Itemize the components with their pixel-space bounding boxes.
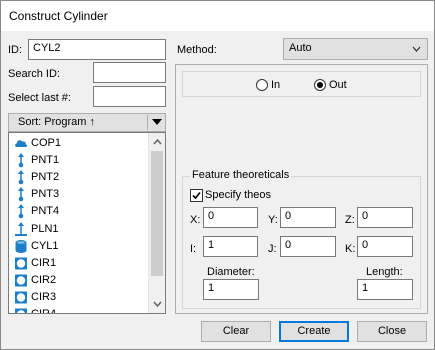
- feature-list[interactable]: COP1 PNT1 PNT2 PNT3 PNT4 PLN1 CYL1 CIR1 CIR2 CIR3…: [8, 132, 166, 314]
- feature-list-item[interactable]: PLN1: [9, 221, 149, 238]
- z-input[interactable]: 0: [357, 207, 413, 228]
- radio-out[interactable]: [314, 79, 326, 91]
- select-last-label: Select last #:: [8, 92, 71, 104]
- feature-name: PNT3: [31, 188, 60, 201]
- feature-name: CIR1: [31, 256, 57, 269]
- point-icon: [14, 153, 28, 168]
- point-icon: [14, 204, 28, 219]
- y-input[interactable]: 0: [280, 207, 336, 228]
- point-icon: [14, 170, 28, 185]
- feature-name: CYL1: [31, 239, 59, 252]
- cloud-icon: [14, 136, 28, 151]
- search-id-input[interactable]: [93, 62, 166, 83]
- plane-icon: [14, 221, 28, 237]
- feature-list-item[interactable]: PNT3: [9, 186, 149, 203]
- feature-list-item[interactable]: CIR3: [9, 289, 149, 306]
- close-button[interactable]: Close: [357, 321, 427, 342]
- clear-button[interactable]: Clear: [201, 321, 271, 342]
- method-value: Auto: [289, 42, 312, 54]
- method-select[interactable]: Auto: [283, 38, 428, 60]
- point-icon: [14, 187, 28, 202]
- radio-in[interactable]: [256, 79, 268, 91]
- options-panel: In Out Feature theoreticals Specify theo…: [175, 64, 428, 314]
- search-id-label: Search ID:: [8, 68, 60, 80]
- construct-cylinder-dialog: Construct Cylinder ID: CYL2 Search ID: S…: [0, 0, 435, 350]
- i-input[interactable]: 1: [203, 236, 258, 257]
- length-input[interactable]: 1: [357, 279, 413, 300]
- diameter-label: Diameter:: [207, 266, 255, 278]
- x-label: X:: [190, 214, 201, 226]
- radio-in-label: In: [271, 79, 281, 91]
- feature-name: PNT1: [31, 154, 60, 167]
- specify-theos-label: Specify theos: [205, 189, 272, 201]
- specify-theos-checkbox[interactable]: [190, 189, 203, 202]
- feature-list-item[interactable]: COP1: [9, 135, 149, 152]
- z-label: Z:: [345, 214, 355, 226]
- id-label: ID:: [8, 44, 23, 56]
- method-label: Method:: [177, 44, 217, 56]
- k-input[interactable]: 0: [357, 236, 413, 257]
- feature-name: CIR2: [31, 273, 57, 286]
- circle-icon: [14, 307, 28, 313]
- scroll-thumb[interactable]: [151, 151, 163, 276]
- feature-name: PLN1: [31, 222, 59, 235]
- sort-divider: [147, 115, 148, 130]
- x-input[interactable]: 0: [203, 207, 258, 228]
- feature-list-item[interactable]: CYL1: [9, 238, 149, 255]
- scroll-down-icon[interactable]: [153, 301, 162, 307]
- id-input[interactable]: CYL2: [28, 39, 166, 60]
- feature-list-item[interactable]: PNT4: [9, 203, 149, 220]
- feature-name: PNT2: [31, 171, 60, 184]
- window-title: Construct Cylinder: [9, 9, 108, 23]
- scroll-up-icon[interactable]: [153, 139, 162, 145]
- title-bar[interactable]: Construct Cylinder: [1, 1, 434, 31]
- select-last-input[interactable]: [93, 86, 166, 107]
- feature-list-item[interactable]: CIR2: [9, 272, 149, 289]
- feature-list-item[interactable]: PNT2: [9, 169, 149, 186]
- direction-group: [182, 71, 421, 97]
- create-button[interactable]: Create: [279, 321, 349, 342]
- feature-list-item[interactable]: PNT1: [9, 152, 149, 169]
- feature-name: CIR3: [31, 290, 57, 303]
- feature-name: COP1: [31, 137, 61, 149]
- checkmark-icon: [192, 191, 201, 200]
- feature-list-item[interactable]: CIR4: [9, 306, 149, 314]
- cylinder-icon: [14, 239, 28, 254]
- feature-theoreticals-title: Feature theoreticals: [190, 169, 292, 181]
- radio-out-label: Out: [329, 79, 347, 91]
- feature-list-scrollbar[interactable]: [148, 133, 165, 313]
- sort-button[interactable]: Sort: Program ↑: [8, 113, 166, 132]
- feature-name: PNT4: [31, 205, 60, 218]
- sort-dropdown-arrow-icon[interactable]: [152, 119, 162, 127]
- diameter-input[interactable]: 1: [203, 279, 259, 300]
- y-label: Y:: [268, 214, 278, 226]
- j-label: J:: [268, 243, 277, 255]
- length-label: Length:: [366, 266, 403, 278]
- feature-list-item[interactable]: CIR1: [9, 255, 149, 272]
- i-label: I:: [190, 243, 197, 255]
- circle-icon: [14, 273, 28, 288]
- circle-icon: [14, 256, 28, 271]
- circle-icon: [14, 290, 28, 305]
- feature-name: CIR4: [31, 308, 57, 314]
- k-label: K:: [345, 243, 356, 255]
- chevron-down-icon: [412, 46, 421, 52]
- j-input[interactable]: 0: [280, 236, 336, 257]
- sort-label: Sort: Program ↑: [18, 116, 96, 128]
